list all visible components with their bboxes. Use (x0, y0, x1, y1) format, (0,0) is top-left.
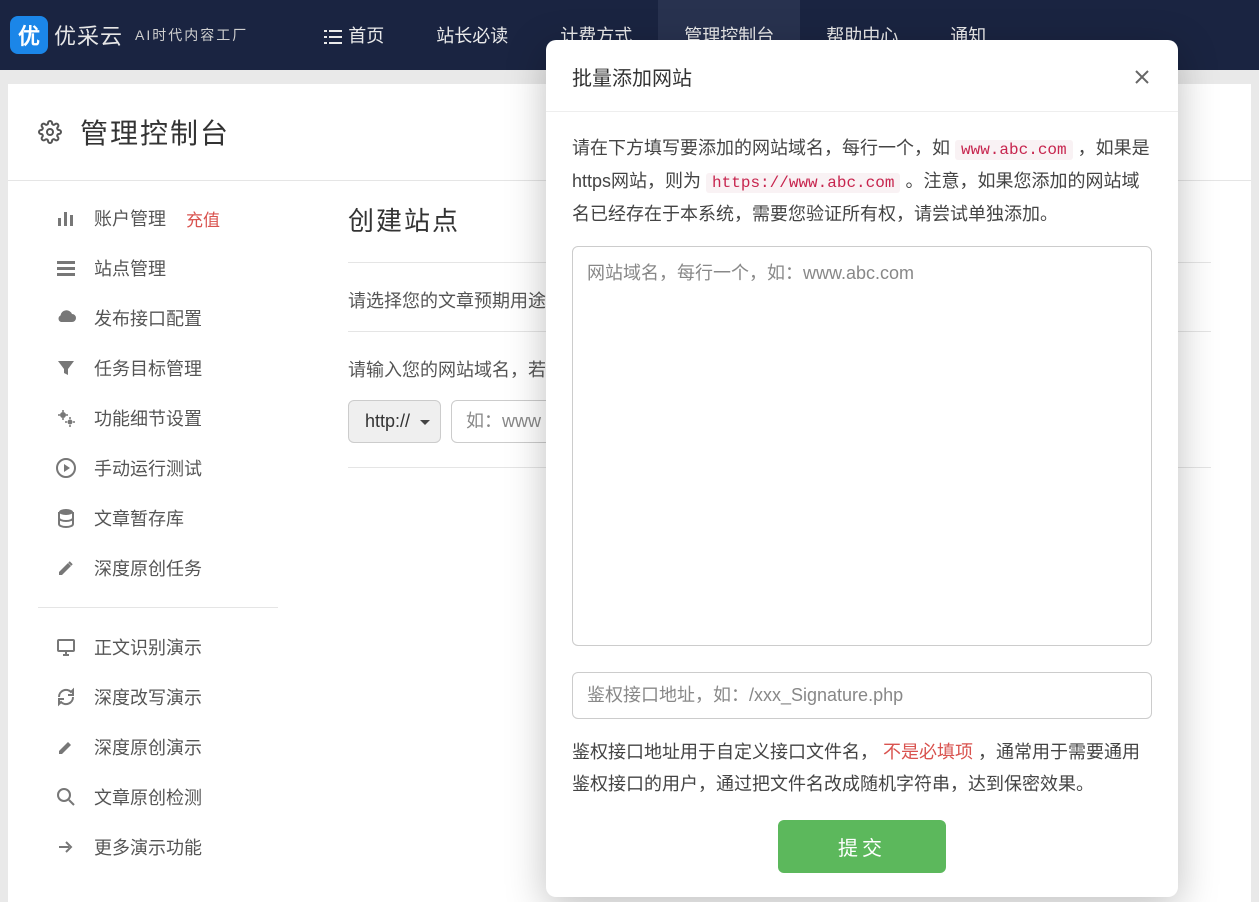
domains-textarea[interactable] (572, 246, 1152, 646)
edit-icon (56, 558, 76, 578)
sidebar-item-detect[interactable]: 文章原创检测 (8, 772, 308, 822)
sidebar-item-publish[interactable]: 发布接口配置 (8, 293, 308, 343)
hint-text: 鉴权接口地址用于自定义接口文件名， (572, 742, 878, 762)
brand-tagline: AI时代内容工厂 (135, 25, 248, 45)
brand[interactable]: 优 优采云 AI时代内容工厂 (10, 16, 248, 54)
sidebar: 账户管理 充值 站点管理 发布接口配置 任务目标管理 功能细节设置 手动运 (8, 181, 308, 902)
gear-icon (38, 120, 62, 144)
modal-header: 批量添加网站 (546, 40, 1178, 112)
sidebar-item-moredemo[interactable]: 更多演示功能 (8, 822, 308, 872)
cloud-icon (56, 308, 76, 328)
sidebar-item-account[interactable]: 账户管理 充值 (8, 193, 308, 243)
refresh-icon (56, 687, 76, 707)
brand-name: 优采云 (54, 19, 123, 51)
edit-icon (56, 737, 76, 757)
sidebar-separator (38, 607, 278, 608)
modal-instruction: 请在下方填写要添加的网站域名，每行一个，如 www.abc.com ，如果是ht… (572, 132, 1152, 230)
auth-hint: 鉴权接口地址用于自定义接口文件名， 不是必填项 ，通常用于需要通用鉴权接口的用户… (572, 737, 1152, 800)
sidebar-item-originaldemo[interactable]: 深度原创演示 (8, 722, 308, 772)
sidebar-item-label: 深度原创演示 (94, 734, 202, 760)
sidebar-item-manual[interactable]: 手动运行测试 (8, 443, 308, 493)
filter-icon (56, 358, 76, 378)
nav-label: 站长必读 (436, 22, 508, 48)
submit-row: 提交 (572, 820, 1152, 873)
share-icon (56, 837, 76, 857)
nav-label: 首页 (348, 22, 384, 48)
sidebar-item-rewritedemo[interactable]: 深度改写演示 (8, 672, 308, 722)
instruction-text: 请在下方填写要添加的网站域名，每行一个，如 (572, 138, 955, 158)
close-icon[interactable] (1132, 67, 1152, 87)
sidebar-item-label: 手动运行测试 (94, 455, 202, 481)
sidebar-item-label: 任务目标管理 (94, 355, 202, 381)
desktop-icon (56, 637, 76, 657)
sidebar-item-settings[interactable]: 功能细节设置 (8, 393, 308, 443)
list-icon (324, 28, 342, 42)
auth-url-input[interactable] (572, 672, 1152, 719)
sidebar-item-store[interactable]: 文章暂存库 (8, 493, 308, 543)
brand-logo-icon: 优 (10, 16, 48, 54)
sidebar-item-label: 深度改写演示 (94, 684, 202, 710)
nav-mustread[interactable]: 站长必读 (410, 0, 534, 70)
modal-title: 批量添加网站 (572, 62, 692, 91)
modal-body: 请在下方填写要添加的网站域名，每行一个，如 www.abc.com ，如果是ht… (546, 112, 1178, 873)
list-icon (56, 258, 76, 278)
sidebar-item-label: 更多演示功能 (94, 834, 202, 860)
recharge-badge[interactable]: 充值 (186, 206, 220, 231)
sidebar-item-label: 功能细节设置 (94, 405, 202, 431)
hint-not-required: 不是必填项 (883, 742, 973, 762)
sidebar-item-targets[interactable]: 任务目标管理 (8, 343, 308, 393)
sidebar-item-label: 深度原创任务 (94, 555, 202, 581)
cogs-icon (56, 408, 76, 428)
play-icon (56, 458, 76, 478)
sidebar-item-label: 文章原创检测 (94, 784, 202, 810)
sidebar-item-label: 站点管理 (94, 255, 166, 281)
database-icon (56, 508, 76, 528)
sidebar-item-bodydemo[interactable]: 正文识别演示 (8, 622, 308, 672)
nav-home[interactable]: 首页 (298, 0, 410, 70)
example-https: https://www.abc.com (706, 173, 900, 193)
sidebar-item-original[interactable]: 深度原创任务 (8, 543, 308, 593)
bar-chart-icon (56, 208, 76, 228)
protocol-select[interactable]: http:// (348, 400, 441, 443)
example-http: www.abc.com (955, 140, 1073, 160)
sidebar-item-label: 账户管理 (94, 205, 166, 231)
sidebar-item-label: 正文识别演示 (94, 634, 202, 660)
search-icon (56, 787, 76, 807)
batch-add-modal: 批量添加网站 请在下方填写要添加的网站域名，每行一个，如 www.abc.com… (546, 40, 1178, 897)
panel-title: 管理控制台 (80, 112, 230, 152)
submit-button[interactable]: 提交 (778, 820, 946, 873)
sidebar-item-label: 发布接口配置 (94, 305, 202, 331)
sidebar-item-sites[interactable]: 站点管理 (8, 243, 308, 293)
sidebar-item-label: 文章暂存库 (94, 505, 184, 531)
